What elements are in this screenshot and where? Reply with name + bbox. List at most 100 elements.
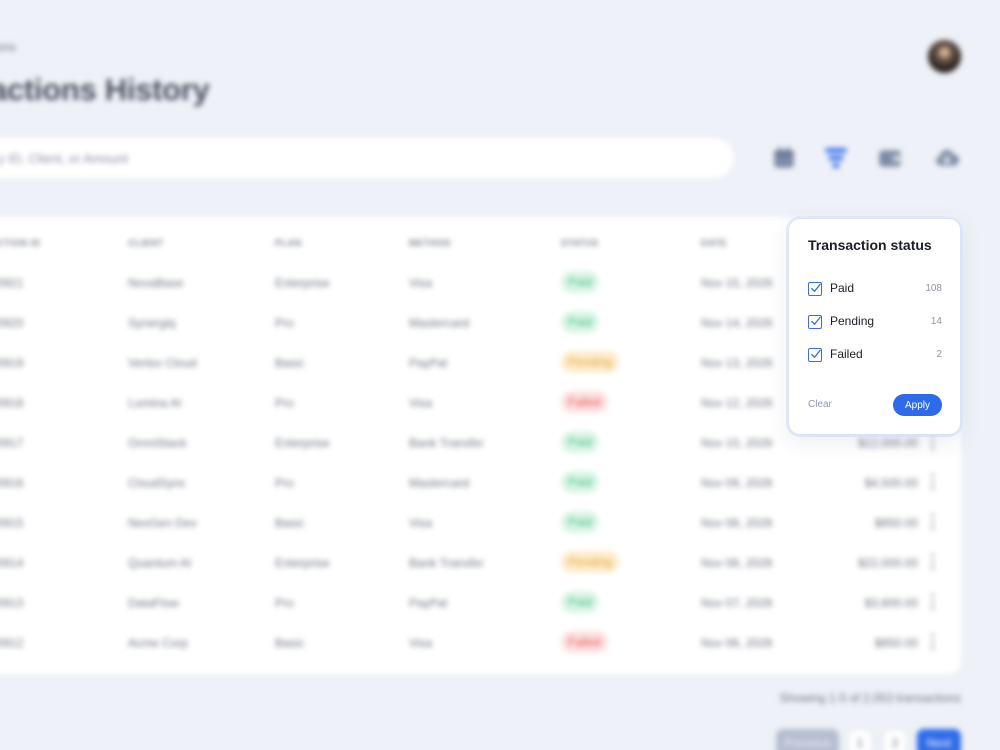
cell-method: PayPal — [409, 356, 448, 370]
cell-client: OmniStack — [128, 436, 187, 450]
header-date[interactable]: DATE — [701, 238, 727, 248]
option-count: 108 — [925, 283, 942, 294]
cell-plan: Basic — [275, 636, 305, 650]
cell-id: 00921 — [0, 276, 24, 290]
option-label: Failed — [830, 347, 863, 361]
next-page-button[interactable]: Next — [917, 729, 961, 750]
header-client[interactable]: CLIENT — [128, 238, 164, 248]
cell-plan: Pro — [275, 596, 294, 610]
status-badge: Paid — [561, 591, 600, 613]
breadcrumb[interactable]: ions — [0, 40, 16, 54]
cell-amount: $4,500.00 — [864, 476, 918, 490]
cell-id: 00912 — [0, 636, 24, 650]
cloud-download-icon[interactable] — [933, 144, 961, 172]
cell-client: DataFlow — [128, 596, 179, 610]
cell-plan: Enterprise — [275, 556, 330, 570]
option-count: 2 — [936, 349, 942, 360]
cell-method: Visa — [409, 396, 433, 410]
status-badge: Paid — [561, 471, 600, 493]
checkbox-failed[interactable] — [808, 348, 822, 362]
cell-date: Nov 06, 2026 — [701, 636, 773, 650]
cell-id: 00914 — [0, 556, 24, 570]
cell-id: 00918 — [0, 396, 24, 410]
previous-page-button[interactable]: Previous — [776, 729, 839, 750]
cell-method: Bank Transfer — [409, 556, 484, 570]
status-badge: Pending — [561, 351, 620, 373]
table-row[interactable]: 00915 NexGen Dev Basic Visa Paid Nov 08, 2026… — [0, 511, 1000, 535]
cell-method: Visa — [409, 636, 433, 650]
search-input[interactable]: y ID, Client, or Amount — [0, 138, 734, 178]
page-1-button[interactable]: 1 — [848, 729, 872, 750]
option-label: Pending — [830, 314, 875, 328]
cell-date: Nov 07, 2026 — [701, 596, 773, 610]
cell-date: Nov 08, 2026 — [701, 556, 773, 570]
cell-id: 00919 — [0, 356, 24, 370]
table-row[interactable]: 00914 Quantum AI Enterprise Bank Transfer Pe… — [0, 551, 1000, 575]
cell-method: PayPal — [409, 596, 448, 610]
cell-plan: Pro — [275, 476, 294, 490]
table-row[interactable]: 00916 CloudSync Pro Mastercard Paid Nov 09, 2… — [0, 471, 1000, 495]
row-actions-icon[interactable] — [929, 594, 935, 610]
page-2-button[interactable]: 2 — [883, 729, 907, 750]
row-actions-icon[interactable] — [929, 514, 935, 530]
row-actions-icon[interactable] — [929, 634, 935, 650]
cell-date: Nov 12, 2026 — [701, 396, 773, 410]
filter-option-paid[interactable]: Paid 108 — [808, 281, 942, 297]
status-badge: Failed — [561, 391, 608, 413]
header-status[interactable]: STATUS — [561, 238, 599, 248]
cell-client: Lumina AI — [128, 396, 182, 410]
filter-option-failed[interactable]: Failed 2 — [808, 347, 942, 363]
cell-plan: Enterprise — [275, 276, 330, 290]
filter-icon[interactable] — [822, 144, 850, 172]
cell-client: CloudSync — [128, 476, 187, 490]
cell-date: Nov 15, 2026 — [701, 276, 773, 290]
cell-plan: Basic — [275, 356, 305, 370]
cell-method: Bank Transfer — [409, 436, 484, 450]
cell-amount: $850.00 — [874, 636, 918, 650]
search-placeholder: y ID, Client, or Amount — [0, 150, 129, 166]
cell-method: Mastercard — [409, 316, 470, 330]
header-method[interactable]: METHOD — [409, 238, 451, 248]
cell-client: Quantum AI — [128, 556, 192, 570]
checkbox-paid[interactable] — [808, 282, 822, 296]
cell-id: 00917 — [0, 436, 24, 450]
pagination-summary: Showing 1-5 of 2,053 transactions — [779, 691, 961, 705]
status-badge: Paid — [561, 311, 600, 333]
table-row[interactable]: 00912 Acme Corp Basic Visa Failed Nov 06, 202… — [0, 631, 1000, 655]
apply-button[interactable]: Apply — [893, 394, 942, 416]
cell-amount: $3,800.00 — [864, 596, 918, 610]
cell-client: Acme Corp — [128, 636, 189, 650]
clear-button[interactable]: Clear — [808, 399, 832, 410]
avatar[interactable] — [928, 40, 961, 73]
status-badge: Paid — [561, 431, 600, 453]
row-actions-icon[interactable] — [929, 474, 935, 490]
row-actions-icon[interactable] — [929, 434, 935, 450]
table-row[interactable]: 00913 DataFlow Pro PayPal Paid Nov 07, 2026 $3… — [0, 591, 1000, 615]
option-label: Paid — [830, 281, 855, 295]
cell-amount: $850.00 — [874, 516, 918, 530]
status-badge: Paid — [561, 511, 600, 533]
cell-date: Nov 09, 2026 — [701, 476, 773, 490]
cell-id: 00916 — [0, 476, 24, 490]
cell-client: NexGen Dev — [128, 516, 197, 530]
cell-id: 00920 — [0, 316, 24, 330]
cell-client: NovaBase — [128, 276, 184, 290]
cell-plan: Pro — [275, 316, 294, 330]
cell-method: Mastercard — [409, 476, 470, 490]
cell-date: Nov 10, 2026 — [701, 436, 773, 450]
cell-client: Vertex Cloud — [128, 356, 197, 370]
wallet-icon[interactable] — [876, 144, 904, 172]
calendar-icon[interactable] — [770, 144, 798, 172]
cell-method: Visa — [409, 516, 433, 530]
row-actions-icon[interactable] — [929, 554, 935, 570]
cell-method: Visa — [409, 276, 433, 290]
cell-plan: Enterprise — [275, 436, 330, 450]
cell-amount: $12,000.00 — [857, 436, 918, 450]
header-transaction-id[interactable]: ACTION ID — [0, 238, 41, 248]
header-plan[interactable]: PLAN — [275, 238, 302, 248]
cell-plan: Basic — [275, 516, 305, 530]
filter-option-pending[interactable]: Pending 14 — [808, 314, 942, 330]
checkbox-pending[interactable] — [808, 315, 822, 329]
popover-title: Transaction status — [808, 237, 932, 253]
cell-id: 00915 — [0, 516, 24, 530]
